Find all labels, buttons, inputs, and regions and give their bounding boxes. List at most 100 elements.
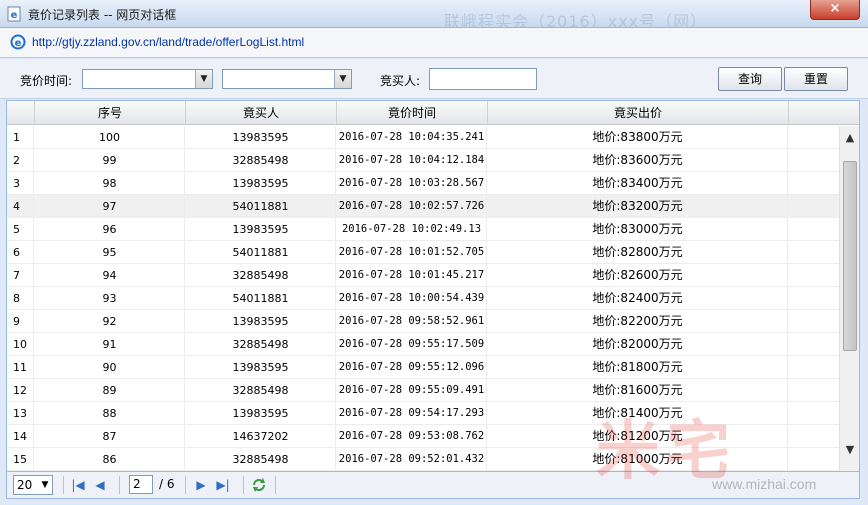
bid-price-cell: 地价:82000万元 bbox=[488, 333, 788, 356]
bid-price-cell: 地价:82600万元 bbox=[488, 264, 788, 287]
table-row[interactable]: 5 96 13983595 2016-07-28 10:02:49.13 地价:8300… bbox=[7, 218, 839, 241]
seq-cell: 95 bbox=[35, 241, 185, 264]
divider bbox=[275, 476, 276, 494]
page-number-input[interactable]: 2 bbox=[129, 475, 153, 494]
buyer-cell: 54011881 bbox=[186, 195, 336, 218]
seq-cell: 88 bbox=[35, 402, 185, 425]
url-text: http://gtjy.zzland.gov.cn/land/trade/off… bbox=[32, 35, 305, 49]
header-seq[interactable]: 序号 bbox=[35, 101, 186, 125]
table-row[interactable]: 9 92 13983595 2016-07-28 09:58:52.961 地价:822… bbox=[7, 310, 839, 333]
buyer-cell: 32885498 bbox=[186, 264, 336, 287]
row-number: 3 bbox=[7, 172, 34, 195]
table-row[interactable]: 3 98 13983595 2016-07-28 10:03:28.567 地价:834… bbox=[7, 172, 839, 195]
last-page-icon[interactable]: ▶| bbox=[215, 476, 231, 494]
bid-time-cell: 2016-07-28 10:02:57.726 bbox=[337, 195, 487, 218]
row-number: 4 bbox=[7, 195, 34, 218]
scroll-down-icon[interactable]: ▼ bbox=[842, 442, 858, 458]
chevron-down-icon[interactable]: ▼ bbox=[195, 70, 212, 88]
buyer-cell: 54011881 bbox=[186, 287, 336, 310]
bid-time-label: 竞价时间: bbox=[20, 74, 73, 88]
bid-time-cell: 2016-07-28 09:55:17.509 bbox=[337, 333, 487, 356]
bid-price-cell: 地价:83200万元 bbox=[488, 195, 788, 218]
header-bid-time[interactable]: 竟价时间 bbox=[337, 101, 488, 125]
buyer-cell: 32885498 bbox=[186, 448, 336, 471]
seq-cell: 86 bbox=[35, 448, 185, 471]
seq-cell: 96 bbox=[35, 218, 185, 241]
bid-price-cell: 地价:83400万元 bbox=[488, 172, 788, 195]
row-number: 1 bbox=[7, 126, 34, 149]
bid-time-cell: 2016-07-28 09:52:01.432 bbox=[337, 448, 487, 471]
first-page-icon[interactable]: |◀ bbox=[70, 476, 86, 494]
buyer-cell: 32885498 bbox=[186, 379, 336, 402]
bid-price-cell: 地价:81600万元 bbox=[488, 379, 788, 402]
bid-time-cell: 2016-07-28 10:03:28.567 bbox=[337, 172, 487, 195]
row-number: 13 bbox=[7, 402, 34, 425]
table-row[interactable]: 12 89 32885498 2016-07-28 09:55:09.491 地价:81… bbox=[7, 379, 839, 402]
dialog-title: 竟价记录列表 -- 网页对话框 bbox=[28, 8, 177, 22]
bid-price-cell: 地价:83600万元 bbox=[488, 149, 788, 172]
seq-cell: 90 bbox=[35, 356, 185, 379]
vertical-scrollbar[interactable]: ▲ ▼ bbox=[839, 126, 859, 471]
reset-button[interactable]: 重置 bbox=[784, 67, 848, 91]
buyer-cell: 54011881 bbox=[186, 241, 336, 264]
bid-time-start-select[interactable]: ▼ bbox=[82, 69, 213, 89]
seq-cell: 99 bbox=[35, 149, 185, 172]
bid-time-cell: 2016-07-28 09:58:52.961 bbox=[337, 310, 487, 333]
watermark-url: www.mizhai.com bbox=[712, 476, 817, 492]
next-page-icon[interactable]: ▶ bbox=[193, 476, 209, 494]
page-size-value: 20 bbox=[17, 478, 33, 492]
bid-time-cell: 2016-07-28 10:01:52.705 bbox=[337, 241, 487, 264]
bid-time-end-select[interactable]: ▼ bbox=[222, 69, 352, 89]
row-number: 10 bbox=[7, 333, 34, 356]
svg-text:e: e bbox=[15, 38, 22, 49]
table-row[interactable]: 6 95 54011881 2016-07-28 10:01:52.705 地价:828… bbox=[7, 241, 839, 264]
bid-price-cell: 地价:82800万元 bbox=[488, 241, 788, 264]
row-number: 15 bbox=[7, 448, 34, 471]
seq-cell: 100 bbox=[35, 126, 185, 149]
table-row[interactable]: 1 100 13983595 2016-07-28 10:04:35.241 地价:83… bbox=[7, 126, 839, 149]
table-row[interactable]: 11 90 13983595 2016-07-28 09:55:12.096 地价:81… bbox=[7, 356, 839, 379]
bid-time-cell: 2016-07-28 09:53:08.762 bbox=[337, 425, 487, 448]
seq-cell: 91 bbox=[35, 333, 185, 356]
bid-time-cell: 2016-07-28 09:55:09.491 bbox=[337, 379, 487, 402]
buyer-input[interactable] bbox=[429, 68, 537, 90]
bid-price-cell: 地价:82200万元 bbox=[488, 310, 788, 333]
svg-text:e: e bbox=[11, 10, 18, 21]
close-button[interactable]: × bbox=[810, 0, 860, 20]
scroll-thumb[interactable] bbox=[843, 161, 857, 351]
table-row[interactable]: 8 93 54011881 2016-07-28 10:00:54.439 地价:824… bbox=[7, 287, 839, 310]
header-buyer[interactable]: 竟买人 bbox=[186, 101, 337, 125]
bid-time-cell: 2016-07-28 10:04:12.184 bbox=[337, 149, 487, 172]
buyer-cell: 13983595 bbox=[186, 402, 336, 425]
chevron-down-icon[interactable]: ▼ bbox=[334, 70, 351, 88]
address-bar: e http://gtjy.zzland.gov.cn/land/trade/o… bbox=[0, 28, 868, 58]
seq-cell: 92 bbox=[35, 310, 185, 333]
header-bid-price[interactable]: 竟买出价 bbox=[488, 101, 789, 125]
seq-cell: 98 bbox=[35, 172, 185, 195]
page-size-select[interactable]: 20 ▼ bbox=[13, 475, 53, 495]
bid-price-cell: 地价:82400万元 bbox=[488, 287, 788, 310]
table-row[interactable]: 2 99 32885498 2016-07-28 10:04:12.184 地价:836… bbox=[7, 149, 839, 172]
buyer-cell: 13983595 bbox=[186, 310, 336, 333]
bid-price-cell: 地价:83000万元 bbox=[488, 218, 788, 241]
chevron-down-icon[interactable]: ▼ bbox=[38, 476, 52, 494]
row-number: 12 bbox=[7, 379, 34, 402]
row-number: 9 bbox=[7, 310, 34, 333]
table-row[interactable]: 4 97 54011881 2016-07-28 10:02:57.726 地价:832… bbox=[7, 195, 839, 218]
row-number: 11 bbox=[7, 356, 34, 379]
ie-page-icon: e bbox=[7, 6, 21, 22]
seq-cell: 94 bbox=[35, 264, 185, 287]
buyer-label: 竞买人: bbox=[380, 74, 421, 88]
prev-page-icon[interactable]: ◀ bbox=[92, 476, 108, 494]
buyer-cell: 14637202 bbox=[186, 425, 336, 448]
seq-cell: 97 bbox=[35, 195, 185, 218]
scroll-up-icon[interactable]: ▲ bbox=[842, 130, 858, 146]
row-number: 14 bbox=[7, 425, 34, 448]
table-row[interactable]: 7 94 32885498 2016-07-28 10:01:45.217 地价:826… bbox=[7, 264, 839, 287]
table-row[interactable]: 10 91 32885498 2016-07-28 09:55:17.509 地价:82… bbox=[7, 333, 839, 356]
bid-price-cell: 地价:83800万元 bbox=[488, 126, 788, 149]
buyer-cell: 13983595 bbox=[186, 356, 336, 379]
row-number: 5 bbox=[7, 218, 34, 241]
query-button[interactable]: 查询 bbox=[718, 67, 782, 91]
refresh-icon[interactable] bbox=[251, 476, 267, 494]
